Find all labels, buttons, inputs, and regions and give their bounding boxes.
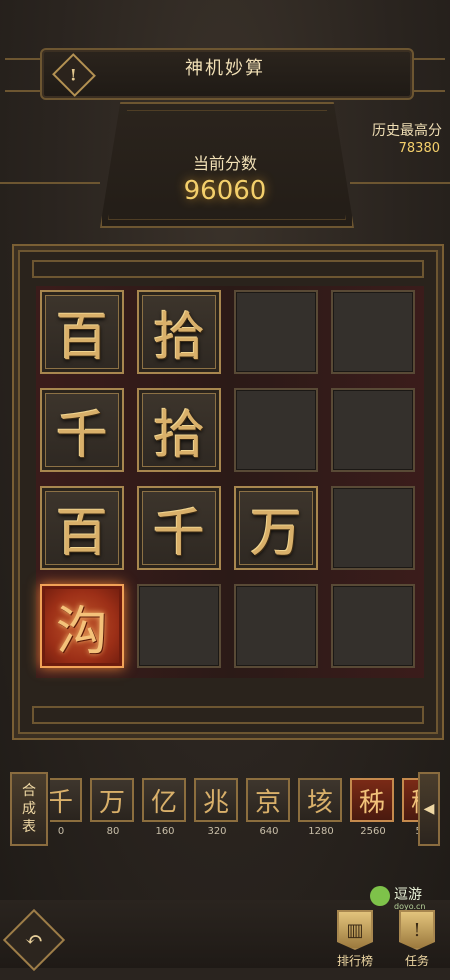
recipe-item: 穰 512 (402, 778, 418, 837)
tile-character: 千 (55, 405, 108, 466)
recipe-score: 320 (207, 826, 227, 837)
recipe-list[interactable]: 千0万80亿160兆320京640垓1280秭2560穰512 (50, 772, 418, 846)
recipe-tile: 亿 (142, 778, 186, 822)
recipe-score: 512 (402, 826, 418, 837)
game-board: 百拾千拾百千万沟 (12, 244, 444, 740)
current-score-label: 当前分数 (192, 154, 257, 173)
recipe-score: 160 (155, 826, 175, 837)
recipe-score: 1280 (308, 826, 334, 837)
tile-character: 拾 (152, 405, 205, 466)
empty-cell[interactable] (137, 584, 221, 668)
tile-character: 沟 (55, 601, 108, 662)
back-icon: ↶ (24, 927, 44, 953)
tile-character: 拾 (152, 307, 205, 368)
recipe-table-button[interactable]: 合 成 表 (10, 772, 48, 846)
empty-cell[interactable] (331, 584, 415, 668)
tile-character: 百 (55, 503, 108, 564)
recipe-item: 垓 1280 (298, 778, 344, 837)
tile[interactable]: 百 (40, 486, 124, 570)
board-top-strip (32, 260, 424, 278)
empty-cell[interactable] (234, 584, 318, 668)
tile[interactable]: 拾 (137, 290, 221, 374)
recipe-score: 0 (57, 826, 65, 837)
tile[interactable]: 千 (137, 486, 221, 570)
high-score-label: 历史最高分 (372, 123, 442, 139)
tile-character: 千 (152, 503, 205, 564)
tile-character: 万 (249, 503, 302, 564)
recipe-item: 京 640 (246, 778, 292, 837)
recipe-score: 80 (106, 826, 120, 837)
leaderboard-icon: ▥ (337, 910, 373, 950)
recipe-tile: 千 (50, 778, 82, 822)
current-score-value: 96060 (183, 176, 267, 206)
tile-character: 百 (55, 307, 108, 368)
recipe-item: 秭 2560 (350, 778, 396, 837)
recipe-item: 亿 160 (142, 778, 188, 837)
empty-cell[interactable] (331, 486, 415, 570)
board-bottom-strip (32, 706, 424, 724)
recipe-item: 兆 320 (194, 778, 240, 837)
tile[interactable]: 千 (40, 388, 124, 472)
recipe-tile: 穰 (402, 778, 418, 822)
tile[interactable]: 百 (40, 290, 124, 374)
top-bar: ! 神机妙算 (0, 0, 450, 100)
recipe-tile: 兆 (194, 778, 238, 822)
recipe-score: 640 (259, 826, 279, 837)
tile[interactable]: 沟 (40, 584, 124, 668)
empty-cell[interactable] (331, 290, 415, 374)
recipe-bar: 合 成 表 千0万80亿160兆320京640垓1280秭2560穰512 ◀ (10, 772, 440, 846)
recipe-tile: 垓 (298, 778, 342, 822)
recipe-tile: 京 (246, 778, 290, 822)
scroll-left-arrow-icon[interactable]: ◀ (418, 772, 440, 846)
empty-cell[interactable] (234, 388, 318, 472)
recipe-item: 千0 (50, 778, 84, 837)
recipe-item: 万 80 (90, 778, 136, 837)
empty-cell[interactable] (331, 388, 415, 472)
tile[interactable]: 万 (234, 486, 318, 570)
bottom-bar (0, 900, 450, 968)
tile[interactable]: 拾 (137, 388, 221, 472)
leaderboard-button[interactable]: ▥ 排行榜 (330, 910, 380, 969)
high-score-value: 78380 (398, 141, 440, 156)
recipe-tile: 万 (90, 778, 134, 822)
recipe-score: 2560 (360, 826, 386, 837)
page-title: 神机妙算 (185, 58, 265, 79)
empty-cell[interactable] (234, 290, 318, 374)
task-button[interactable]: ! 任务 (392, 910, 442, 969)
recipe-tile: 秭 (350, 778, 394, 822)
watermark-logo-icon (370, 886, 390, 906)
tile-grid[interactable]: 百拾千拾百千万沟 (36, 286, 424, 678)
task-icon: ! (399, 910, 435, 950)
